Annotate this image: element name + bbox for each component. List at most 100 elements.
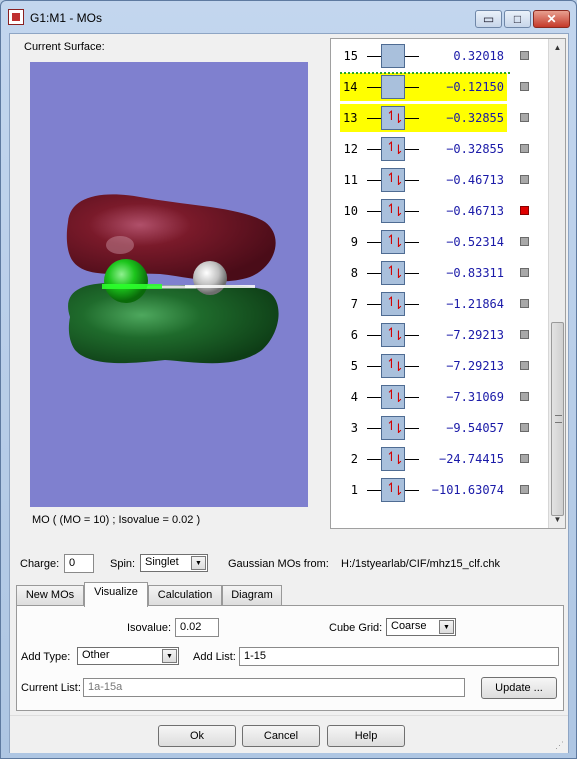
orbital-energy: 0.32018 — [453, 49, 504, 63]
maximize-button[interactable]: □ — [504, 10, 531, 28]
spin-select-value: Singlet — [145, 556, 179, 568]
orbital-visible-toggle[interactable] — [520, 485, 529, 494]
cube-grid-select[interactable]: Coarse ▼ — [386, 618, 456, 636]
dialog-client-area: Current Surface: MO ((MO = 10) ; Isoval… — [9, 33, 569, 753]
resize-grip-icon[interactable]: ⋰ — [555, 740, 564, 751]
orbital-energy: −0.83311 — [446, 266, 504, 280]
orbital-row-14[interactable]: 14 −0.12150 — [340, 73, 529, 101]
level-line-right — [405, 180, 419, 181]
orbital-number: 15 — [343, 49, 358, 63]
scroll-thumb[interactable] — [551, 322, 564, 516]
level-line-right — [405, 118, 419, 119]
charge-label: Charge: — [20, 558, 60, 570]
fluorine-atom-shape — [193, 261, 227, 295]
window-title: G1:M1 - MOs — [30, 11, 103, 25]
orbital-number: 6 — [350, 328, 358, 342]
negative-lobe-shape — [68, 282, 279, 364]
level-line-left — [367, 118, 381, 119]
spin-down-icon: ⇂ — [393, 236, 404, 251]
level-line-left — [367, 273, 381, 274]
cancel-button[interactable]: Cancel — [242, 725, 320, 747]
spin-down-icon: ⇂ — [393, 484, 404, 499]
orbital-number: 10 — [343, 204, 358, 218]
molecule-3d-viewport[interactable] — [30, 62, 308, 507]
electron-pair-icon: ↿ ⇂ — [381, 292, 405, 316]
help-button[interactable]: Help — [327, 725, 405, 747]
charge-field[interactable]: 0 — [64, 554, 94, 573]
close-button[interactable]: ✕ — [533, 10, 570, 28]
gaussview-app-icon — [8, 9, 24, 25]
scroll-down-icon[interactable]: ▼ — [550, 512, 565, 527]
isovalue-label: Isovalue: — [127, 622, 172, 634]
current-list-field[interactable]: 1a-15a — [83, 678, 465, 697]
orbital-row-13[interactable]: 13 ↿ ⇂ −0.32855 — [340, 104, 529, 132]
level-line-right — [405, 397, 419, 398]
spin-down-icon: ⇂ — [393, 112, 404, 127]
orbital-energy: −0.46713 — [446, 204, 504, 218]
mos-window: G1:M1 - MOs ▭ □ ✕ Current Surface: MO (… — [0, 0, 577, 759]
current-surface-label: Current Surface: — [24, 41, 105, 53]
orbital-visible-toggle[interactable] — [520, 454, 529, 463]
add-type-select[interactable]: Other ▼ — [77, 647, 179, 665]
tab-calculation[interactable]: Calculation — [148, 585, 222, 606]
electron-pair-icon: ↿ ⇂ — [381, 354, 405, 378]
update-button[interactable]: Update ... — [481, 677, 557, 699]
level-line-right — [405, 428, 419, 429]
add-list-field[interactable]: 1-15 — [239, 647, 559, 666]
level-line-right — [405, 211, 419, 212]
orbital-energy: −0.46713 — [446, 173, 504, 187]
orbital-row-10[interactable]: 10 ↿ ⇂ −0.46713 — [331, 197, 549, 225]
isovalue-field[interactable]: 0.02 — [175, 618, 219, 637]
orbital-visible-toggle[interactable] — [520, 113, 529, 122]
orbital-visible-toggle[interactable] — [520, 423, 529, 432]
orbital-visible-toggle[interactable] — [520, 51, 529, 60]
orbital-visible-toggle[interactable] — [520, 82, 529, 91]
orbital-scrollbar[interactable]: ▲ ▼ — [548, 39, 565, 528]
spin-down-icon: ⇂ — [393, 298, 404, 313]
tab-diagram[interactable]: Diagram — [222, 585, 282, 606]
orbital-energy: −7.29213 — [446, 359, 504, 373]
orbital-row-1[interactable]: 1 ↿ ⇂ −101.63074 — [331, 476, 549, 504]
orbital-number: 5 — [350, 359, 358, 373]
tab-visualize[interactable]: Visualize — [84, 582, 148, 607]
orbital-visible-toggle[interactable] — [520, 268, 529, 277]
orbital-visible-toggle[interactable] — [520, 206, 529, 215]
orbital-visible-toggle[interactable] — [520, 299, 529, 308]
spin-select[interactable]: Singlet ▼ — [140, 554, 208, 572]
title-bar[interactable]: G1:M1 - MOs ▭ □ ✕ — [1, 1, 576, 31]
orbital-number: 13 — [343, 111, 358, 125]
ok-button[interactable]: Ok — [158, 725, 236, 747]
level-line-left — [367, 56, 381, 57]
minimize-button[interactable]: ▭ — [475, 10, 502, 28]
orbital-row-11[interactable]: 11 ↿ ⇂ −0.46713 — [331, 166, 549, 194]
orbital-row-8[interactable]: 8 ↿ ⇂ −0.83311 — [331, 259, 549, 287]
orbital-visible-toggle[interactable] — [520, 330, 529, 339]
orbital-visible-toggle[interactable] — [520, 237, 529, 246]
orbital-visible-toggle[interactable] — [520, 175, 529, 184]
level-line-right — [405, 149, 419, 150]
orbital-row-9[interactable]: 9 ↿ ⇂ −0.52314 — [331, 228, 549, 256]
orbital-visible-toggle[interactable] — [520, 361, 529, 370]
orbital-row-12[interactable]: 12 ↿ ⇂ −0.32855 — [331, 135, 549, 163]
orbital-row-15[interactable]: 15 0.32018 — [331, 42, 549, 70]
orbital-row-7[interactable]: 7 ↿ ⇂ −1.21864 — [331, 290, 549, 318]
level-line-left — [367, 149, 381, 150]
electron-pair-icon: ↿ ⇂ — [381, 106, 405, 130]
orbital-row-6[interactable]: 6 ↿ ⇂ −7.29213 — [331, 321, 549, 349]
orbital-row-2[interactable]: 2 ↿ ⇂ −24.74415 — [331, 445, 549, 473]
scroll-up-icon[interactable]: ▲ — [550, 40, 565, 55]
orbital-number: 12 — [343, 142, 358, 156]
orbital-row-5[interactable]: 5 ↿ ⇂ −7.29213 — [331, 352, 549, 380]
orbital-row-3[interactable]: 3 ↿ ⇂ −9.54057 — [331, 414, 549, 442]
level-line-right — [405, 366, 419, 367]
orbital-visible-toggle[interactable] — [520, 392, 529, 401]
cube-grid-label: Cube Grid: — [329, 622, 383, 634]
orbital-visible-toggle[interactable] — [520, 144, 529, 153]
source-path: H:/1styearlab/CIF/mhz15_clf.chk — [341, 558, 500, 570]
orbital-list-panel[interactable]: 15 0.32018 14 −0.12150 13 ↿ ⇂ −0.32855 12 ↿ ⇂ −0.32… — [330, 38, 566, 529]
empty-orbital-icon — [381, 75, 405, 99]
tab-new-mos[interactable]: New MOs — [16, 585, 84, 606]
orbital-row-4[interactable]: 4 ↿ ⇂ −7.31069 — [331, 383, 549, 411]
level-line-left — [367, 242, 381, 243]
spin-down-icon: ⇂ — [393, 360, 404, 375]
